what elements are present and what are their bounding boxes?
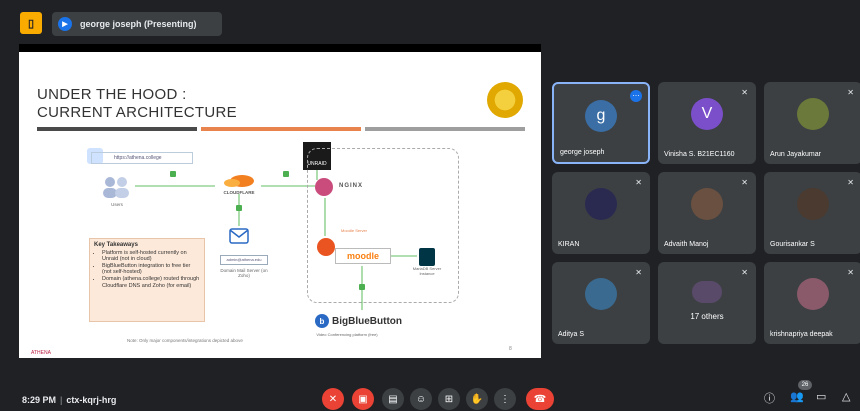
moodle-logo: moodle [335, 248, 391, 264]
participant-name: Gourisankar S [770, 241, 815, 248]
info-icon[interactable]: ⓘ [764, 390, 775, 406]
cloudflare-icon [224, 175, 254, 187]
leave-call-button[interactable]: ☎ [526, 388, 554, 410]
raise-hand-button[interactable]: ✋ [466, 388, 488, 410]
clock-time: 8:29 PM [22, 395, 57, 405]
participant-tile[interactable]: krishnapriya deepak ✕ [764, 262, 860, 344]
mic-muted-icon: ✕ [847, 88, 854, 97]
slide-top-border [19, 44, 541, 52]
cloudflare-label: CLOUDFLARE [223, 190, 255, 195]
participant-tile[interactable]: Gourisankar S ✕ [764, 172, 860, 254]
bigbluebutton-icon: b [315, 314, 329, 328]
top-bar: ▯ ▶ george joseph (Presenting) [0, 0, 860, 44]
participant-name: Vinisha S. B21EC1160 [664, 151, 735, 158]
avatar [797, 98, 829, 130]
mic-muted-icon: ✕ [741, 268, 748, 277]
mail-address-box: admin@athena.edu [220, 255, 268, 265]
mail-label: Domain Mail Server (on Zoho) [220, 268, 268, 278]
avatar [797, 188, 829, 220]
participant-name: george joseph [560, 149, 605, 156]
takeaway-item: BigBlueButton integration to free tier (… [102, 263, 200, 276]
slide-page-number: 8 [509, 346, 512, 352]
bottom-bar: 8:29 PM | ctx-kqrj-hrg ✕ ▣ ▤ ☺ ⊞ ✋ ⋮ ☎ ⓘ 2… [0, 378, 860, 411]
bbb-label: Video Conferencing platform (free) [316, 332, 378, 337]
avatar [585, 188, 617, 220]
present-button[interactable]: ⊞ [438, 388, 460, 410]
takeaway-item: Domain (athena.college) routed through C… [102, 276, 200, 289]
mic-off-button[interactable]: ✕ [322, 388, 344, 410]
people-icon[interactable]: 👥 [790, 390, 804, 403]
captions-button[interactable]: ▤ [382, 388, 404, 410]
meeting-code: ctx-kqrj-hrg [66, 395, 117, 405]
presenting-icon: ▶ [58, 17, 72, 31]
takeaway-item: Platform is self-hosted currently on Unr… [102, 250, 200, 263]
participant-tile[interactable]: g george joseph ⋯ [552, 82, 650, 164]
mic-muted-icon: ✕ [741, 88, 748, 97]
participant-name: krishnapriya deepak [770, 331, 833, 338]
activities-icon[interactable]: △ [842, 390, 850, 403]
participant-tile[interactable]: Advaith Manoj ✕ [658, 172, 756, 254]
mic-muted-icon: ✕ [635, 178, 642, 187]
meeting-info: 8:29 PM | ctx-kqrj-hrg [22, 395, 117, 405]
mic-muted-icon: ✕ [847, 268, 854, 277]
participant-name: KIRAN [558, 241, 580, 248]
participant-tile[interactable]: KIRAN ✕ [552, 172, 650, 254]
presenting-chip[interactable]: ▶ george joseph (Presenting) [52, 12, 222, 36]
participant-tile[interactable]: Arun Jayakumar ✕ [764, 82, 860, 164]
mariadb-icon [419, 248, 435, 266]
slide-brand: ATHENA [31, 350, 51, 356]
emoji-button[interactable]: ☺ [410, 388, 432, 410]
presenter-label: george joseph (Presenting) [80, 19, 197, 29]
nginx-icon [315, 178, 333, 196]
participant-tile[interactable]: V Vinisha S. B21EC1160 ✕ [658, 82, 756, 164]
ubuntu-icon [317, 238, 335, 256]
mic-muted-icon: ✕ [741, 178, 748, 187]
participant-tile[interactable]: 17 others ✕ [658, 262, 756, 344]
mic-muted-icon: ✕ [635, 268, 642, 277]
avatar [797, 278, 829, 310]
participant-count-badge: 26 [798, 380, 812, 390]
mic-muted-icon: ✕ [847, 178, 854, 187]
mariadb-label: MariaDB Server Instance [412, 266, 442, 276]
chat-icon[interactable]: ▭ [816, 390, 826, 403]
avatar [692, 281, 722, 303]
avatar [585, 278, 617, 310]
speaking-indicator-icon: ⋯ [630, 90, 642, 102]
bigbluebutton-logo: b BigBlueButton [315, 314, 402, 328]
more-options-button[interactable]: ⋮ [494, 388, 516, 410]
slide-note: Note: Only major components/integrations… [127, 338, 243, 343]
nginx-label: NGINX [339, 183, 364, 189]
avatar: V [691, 98, 723, 130]
participant-name: Arun Jayakumar [770, 151, 821, 158]
avatar [691, 188, 723, 220]
meet-logo-icon: ▯ [20, 12, 42, 34]
key-takeaways-box: Key Takeaways Platform is self-hosted cu… [89, 238, 205, 322]
mail-icon [229, 228, 249, 244]
moodle-server-label: Moodle Server [341, 228, 368, 233]
others-count-label: 17 others [690, 312, 724, 321]
server-boundary [307, 148, 459, 303]
camera-off-button[interactable]: ▣ [352, 388, 374, 410]
participant-name: Aditya S [558, 331, 585, 338]
avatar: g [585, 100, 617, 132]
participant-name: Advaith Manoj [664, 241, 709, 248]
shared-slide: UNDER THE HOOD : CURRENT ARCHITECTURE ht… [19, 52, 541, 358]
takeaways-title: Key Takeaways [94, 242, 138, 248]
participant-tile[interactable]: Aditya S ✕ [552, 262, 650, 344]
